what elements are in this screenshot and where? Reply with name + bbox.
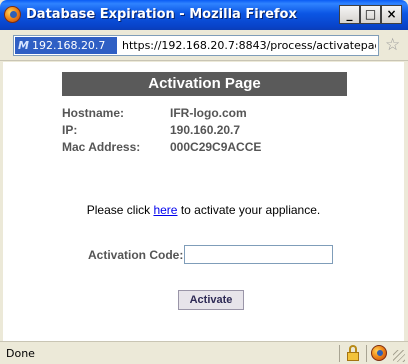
url-text[interactable]: https://192.168.20.7:8843/process/activa… [122, 37, 376, 54]
page-content: Activation Page Hostname: IFR-logo.com I… [3, 62, 404, 341]
site-favicon-icon: M [18, 39, 29, 52]
status-text: Done [6, 347, 35, 360]
site-identity-button[interactable]: M 192.168.20.7 [15, 37, 117, 54]
status-bar: Done [0, 341, 408, 364]
window-title: Database Expiration - Mozilla Firefox [26, 7, 297, 22]
close-button[interactable]: × [381, 5, 402, 24]
status-divider [366, 345, 367, 362]
star-icon[interactable]: ☆ [385, 36, 400, 54]
site-identity-label: 192.168.20.7 [31, 39, 106, 52]
hostname-label: Hostname: [62, 106, 125, 120]
instruction-text-after: to activate your appliance. [177, 203, 321, 217]
firefox-status-icon[interactable] [371, 345, 387, 361]
mac-address-label: Mac Address: [62, 140, 141, 154]
mac-address-value: 000C29C9ACCE [170, 140, 262, 154]
minimize-button[interactable]: _ [339, 5, 360, 24]
status-divider [339, 345, 340, 362]
ip-label: IP: [62, 123, 78, 137]
page-title: Activation Page [62, 72, 347, 96]
activation-code-label: Activation Code: [88, 248, 184, 262]
hostname-value: IFR-logo.com [170, 106, 247, 120]
url-field[interactable]: M 192.168.20.7 https://192.168.20.7:8843/… [13, 35, 379, 56]
maximize-button[interactable]: □ [360, 5, 381, 24]
activate-button[interactable]: Activate [178, 290, 244, 310]
activate-here-link[interactable]: here [153, 203, 177, 217]
activation-code-input[interactable] [184, 245, 333, 264]
lock-icon[interactable] [345, 345, 361, 361]
location-bar: M 192.168.20.7 https://192.168.20.7:8843/… [0, 30, 408, 61]
resize-grip-icon[interactable] [393, 350, 405, 362]
window-titlebar[interactable]: Database Expiration - Mozilla Firefox _ … [0, 0, 408, 30]
activation-instruction: Please click here to activate your appli… [3, 203, 404, 217]
instruction-text-before: Please click [86, 203, 154, 217]
ip-value: 190.160.20.7 [170, 123, 241, 137]
firefox-icon [4, 6, 21, 23]
